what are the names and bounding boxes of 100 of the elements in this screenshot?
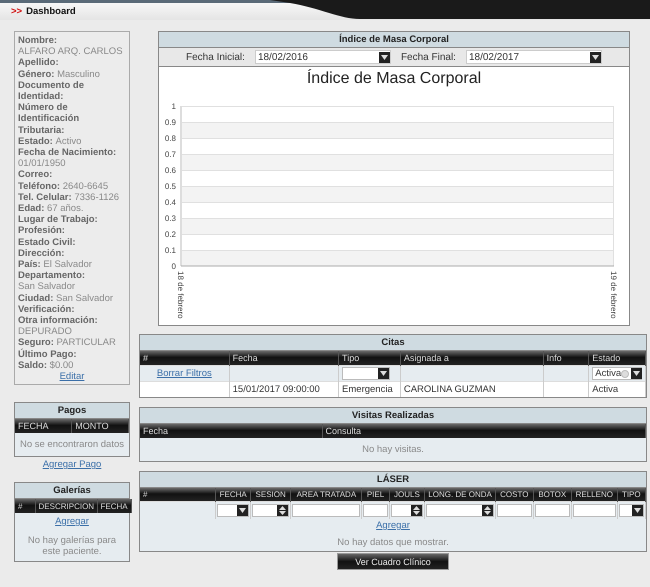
profile-field: Departamento: San Salvador: [18, 270, 126, 293]
table-cell: 15/01/2017 09:00:00: [229, 382, 339, 396]
profile-field: Fecha de Nacimiento: 01/01/1950: [18, 147, 126, 170]
column-header: SESION: [250, 488, 291, 502]
x-tick-label: 19 de febrero: [609, 271, 618, 319]
filter-input[interactable]: [497, 504, 532, 517]
caret-icon: [238, 508, 246, 513]
dropdown-button[interactable]: [631, 368, 642, 379]
dropdown-button[interactable]: [590, 52, 601, 62]
table-cell: CAROLINA GUZMAN: [400, 382, 544, 396]
y-tick-label: 0.4: [164, 198, 176, 207]
table-cell: Activa: [588, 382, 646, 396]
column-header: Tipo: [338, 351, 400, 366]
y-tick-label: 0.9: [164, 118, 176, 127]
dropdown-button[interactable]: [632, 505, 643, 516]
clinical-chart-button[interactable]: Ver Cuadro Clínico: [337, 553, 449, 570]
profile-field: Estado Civil:: [18, 236, 126, 248]
column-header: FECHA: [216, 488, 250, 502]
filter-input[interactable]: [572, 504, 616, 517]
profile-field: Lugar de Trabajo:: [18, 214, 126, 226]
y-tick-label: 0.8: [164, 134, 176, 143]
filter-input[interactable]: [363, 504, 388, 517]
spinner-button[interactable]: [411, 505, 422, 516]
dropdown-button[interactable]: [378, 52, 390, 62]
column-header: LONG. DE ONDA: [424, 488, 496, 502]
caret-icon: [380, 371, 388, 376]
column-header: FECHA: [15, 419, 72, 434]
column-header: Consulta: [322, 424, 646, 438]
caret-icon: [592, 54, 599, 60]
column-header: MONTO: [72, 419, 128, 434]
panel-title: Índice de Masa Corporal: [159, 32, 629, 48]
add-payment-link[interactable]: Agregar Pago: [42, 459, 102, 470]
column-header: Asignada a: [400, 351, 544, 366]
breadcrumb-marker: >>: [11, 6, 22, 17]
profile-field: Género: Masculino: [18, 68, 126, 80]
column-header: #: [140, 488, 216, 502]
profile-field: Último Pago:: [18, 348, 126, 360]
chart-title: Índice de Masa Corporal: [306, 68, 482, 88]
add-gallery-link[interactable]: Agregar: [55, 516, 89, 528]
profile-field: País: El Salvador: [18, 259, 126, 270]
y-tick-label: 0: [172, 262, 176, 271]
column-header: COSTO: [496, 488, 533, 502]
profile-field: Ciudad: San Salvador: [18, 292, 126, 304]
filter-spinner[interactable]: [426, 504, 494, 517]
caret-icon: [633, 371, 640, 376]
profile-field: Seguro: PARTICULAR: [18, 337, 126, 349]
column-header: Info: [543, 351, 589, 366]
start-date-field[interactable]: 18/02/2016: [254, 50, 391, 64]
dropdown-button[interactable]: [378, 368, 390, 379]
filter-select[interactable]: Activa: [592, 367, 642, 380]
clear-filters-link[interactable]: Borrar Filtros: [156, 368, 212, 379]
profile-field: Edad: 67 años.: [18, 203, 126, 214]
profile-field: Número de Identificación Tributaria:: [18, 102, 126, 136]
y-tick-label: 0.7: [164, 150, 176, 159]
end-date-label: Fecha Final:: [400, 52, 456, 62]
empty-message: No hay visitas.: [361, 442, 425, 456]
profile-field: Estado: Activo: [18, 136, 126, 148]
column-header: JOULS: [389, 488, 425, 502]
column-header: Fecha: [140, 424, 322, 438]
dropdown-button[interactable]: [236, 505, 248, 516]
profile-field: Otra información: DEPURADO: [18, 315, 126, 338]
profile-field: Teléfono: 2640-6645: [18, 180, 126, 192]
profile-field: Saldo: $0.00: [18, 360, 126, 372]
column-header: Fecha: [229, 351, 339, 366]
filter-select[interactable]: [342, 367, 390, 380]
profile-field: Tel. Celular: 7336-1126: [18, 192, 126, 204]
y-tick-label: 0.3: [164, 214, 176, 223]
panel-title: Visitas Realizadas: [140, 408, 646, 424]
caret-icon: [380, 54, 388, 60]
x-tick-label: 18 de febrero: [176, 271, 185, 319]
empty-message: No se encontraron datos: [18, 438, 126, 452]
profile-field: Verificación:: [18, 304, 126, 316]
filter-input[interactable]: [534, 504, 570, 517]
y-tick-label: 0.5: [164, 182, 176, 191]
filter-spinner[interactable]: [390, 504, 424, 517]
column-header: BOTOX: [533, 488, 572, 502]
end-date-field[interactable]: 18/02/2017: [466, 50, 602, 64]
filter-select[interactable]: [618, 504, 644, 517]
add-laser-link[interactable]: Agregar: [376, 520, 410, 531]
table-cell: Emergencia: [338, 382, 400, 396]
y-tick-label: 0.2: [164, 230, 176, 239]
profile-field: Apellido:: [18, 57, 126, 69]
filter-select[interactable]: [217, 504, 249, 517]
panel-title: Citas: [140, 335, 646, 351]
profile-field: Dirección:: [18, 248, 126, 260]
edit-link[interactable]: Editar: [60, 371, 84, 382]
spinner-button[interactable]: [482, 505, 494, 516]
y-tick-label: 1: [172, 102, 176, 111]
column-header: FECHA: [97, 499, 131, 514]
spinner-button[interactable]: [277, 505, 288, 516]
column-header: Estado: [588, 351, 646, 366]
empty-message: No hay datos que mostrar.: [336, 536, 450, 550]
y-tick-label: 0.1: [164, 246, 176, 255]
start-date-label: Fecha Inicial:: [186, 52, 245, 62]
column-header: DESCRIPCION: [35, 499, 97, 514]
profile-field: Profesión:: [18, 225, 126, 237]
filter-input[interactable]: [292, 504, 360, 517]
filter-spinner[interactable]: [252, 504, 290, 517]
panel-title: Pagos: [15, 403, 129, 420]
column-header: #: [15, 499, 35, 514]
